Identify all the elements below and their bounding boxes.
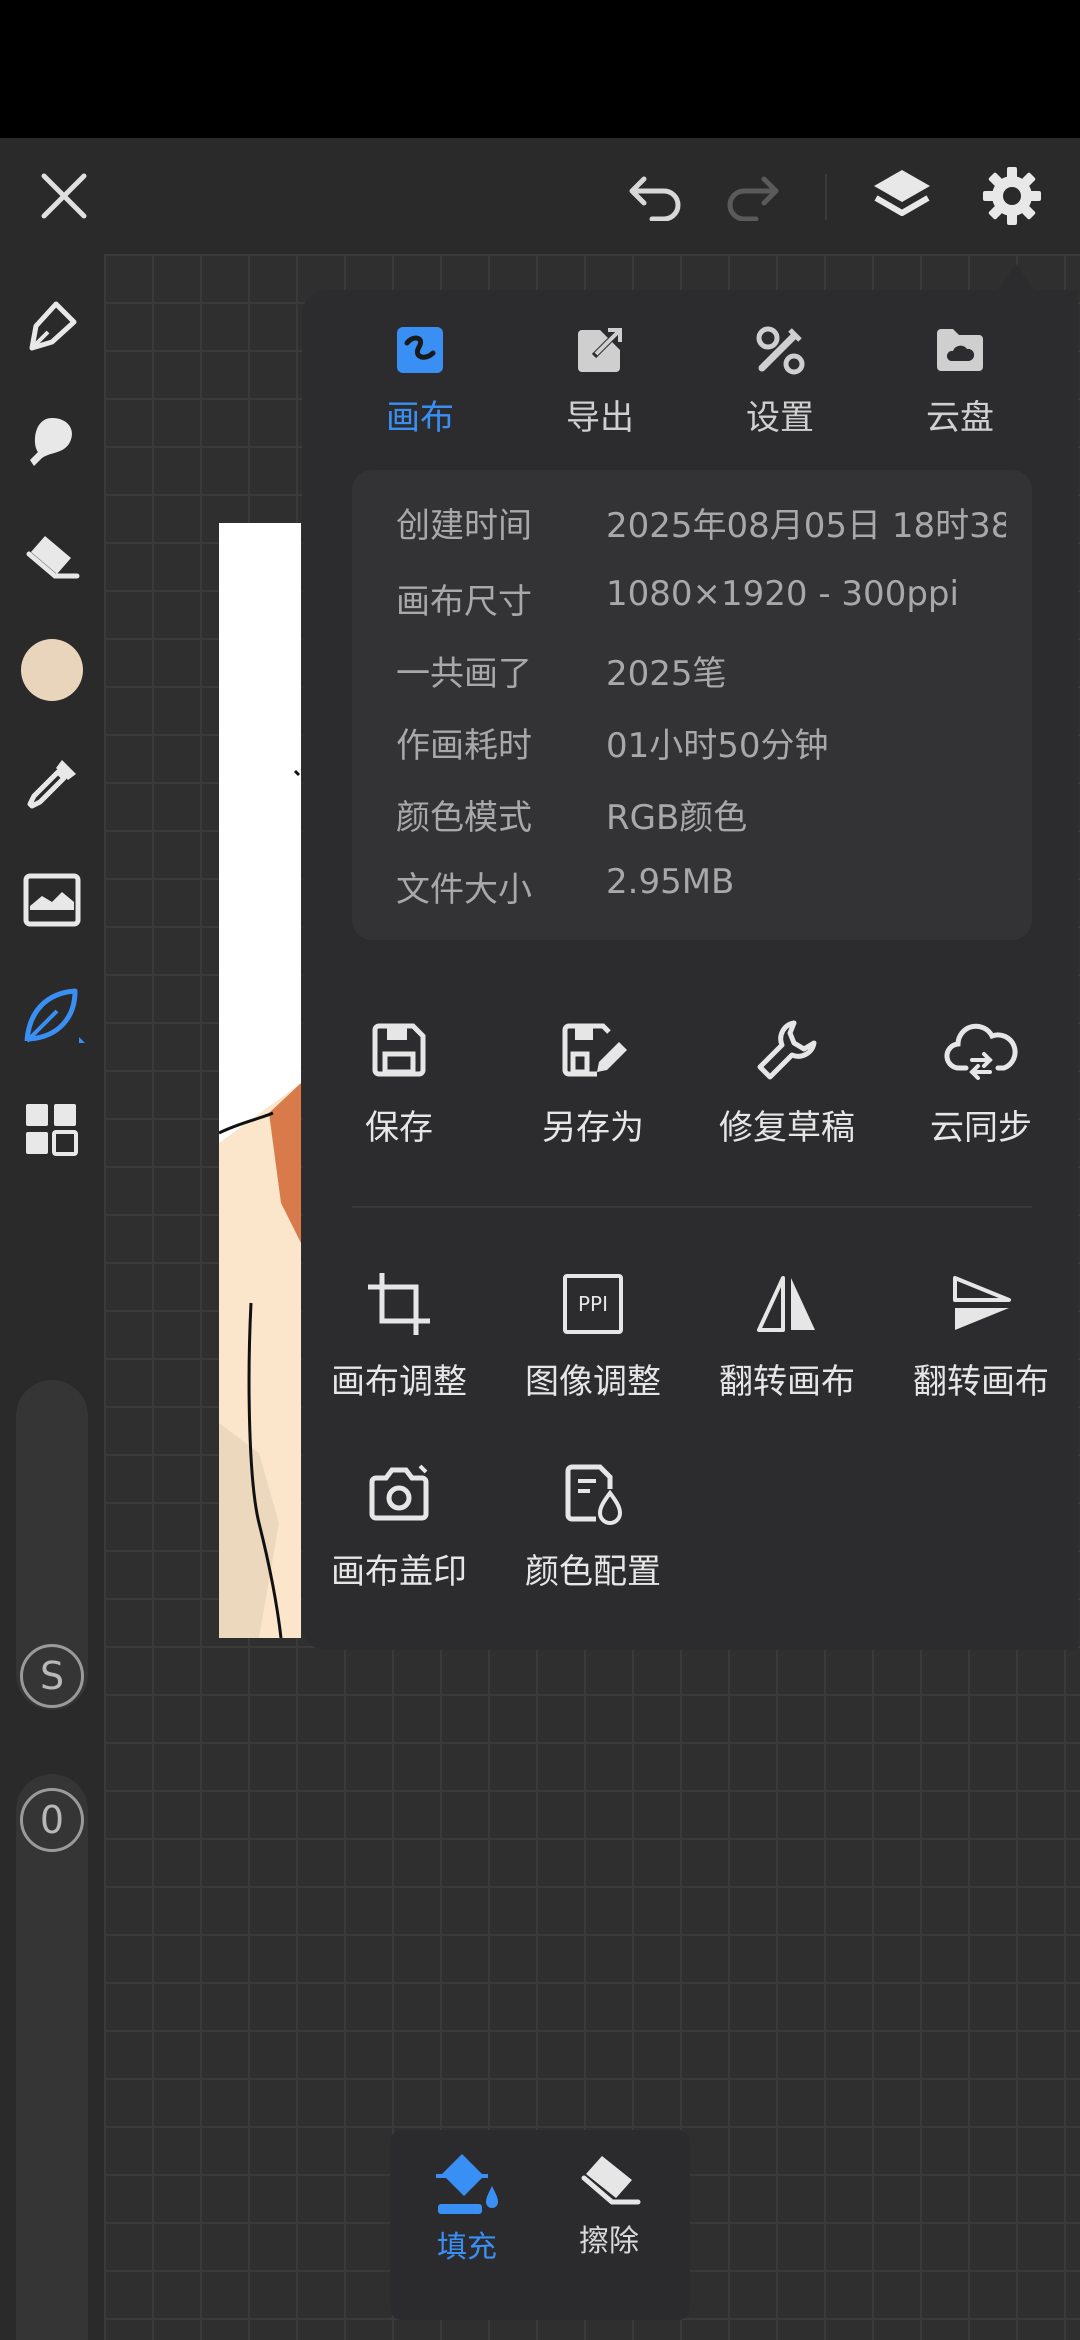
opacity-slider[interactable]	[16, 1774, 88, 2340]
ppi-badge: PPI	[563, 1274, 623, 1334]
section-divider	[352, 1206, 1032, 1208]
erase-button[interactable]: 擦除	[544, 2150, 674, 2300]
info-key: 一共画了	[396, 654, 532, 694]
canvas-info-card: 创建时间 2025年08月05日 18时38分 画布尺寸 1080×1920 -…	[352, 470, 1032, 940]
undo-icon[interactable]	[616, 156, 696, 236]
erase-label: 擦除	[579, 2224, 639, 2259]
info-value: 2025年08月05日 18时38分	[606, 506, 1006, 546]
wrench-icon	[747, 1010, 827, 1090]
layers-icon[interactable]	[862, 156, 942, 236]
color-swatch[interactable]	[12, 630, 92, 710]
brush-size-knob[interactable]: S	[20, 1644, 84, 1708]
info-key: 画布尺寸	[396, 582, 532, 622]
flip-horizontal-icon	[747, 1264, 827, 1344]
canvas-icon	[390, 320, 450, 380]
cloud-sync-icon	[941, 1010, 1021, 1090]
tab-export[interactable]: 导出	[510, 320, 690, 440]
info-row-created: 创建时间 2025年08月05日 18时38分	[396, 498, 1016, 558]
info-row-color-mode: 颜色模式 RGB颜色	[396, 790, 1016, 850]
info-key: 颜色模式	[396, 798, 532, 838]
tab-label: 画布	[386, 398, 454, 438]
info-key: 文件大小	[396, 870, 532, 910]
action-label: 翻转画布	[913, 1362, 1049, 1402]
info-row-time: 作画耗时 01小时50分钟	[396, 718, 1016, 778]
cloud-sync-button[interactable]: 云同步	[884, 1010, 1078, 1160]
smudge-tool-icon[interactable]	[12, 402, 92, 482]
info-value: 2.95MB	[606, 862, 735, 902]
tab-label: 设置	[746, 398, 814, 438]
info-row-size: 画布尺寸 1080×1920 - 300ppi	[396, 574, 1016, 634]
color-profile-icon	[553, 1454, 633, 1534]
action-label: 翻转画布	[719, 1362, 855, 1402]
cloud-folder-icon	[930, 320, 990, 380]
tab-label: 云盘	[926, 398, 994, 438]
info-row-file-size: 文件大小 2.95MB	[396, 862, 1016, 922]
info-key: 作画耗时	[396, 726, 532, 766]
toolbar-divider	[825, 174, 827, 220]
flip-canvas-horizontal-button[interactable]: 翻转画布	[690, 1264, 884, 1414]
image-adjust-icon[interactable]	[12, 860, 92, 940]
status-bar	[0, 0, 1080, 138]
grid-menu-icon[interactable]	[12, 1090, 92, 1170]
canvas-settings-panel: 画布 导出 设置 云盘 创建时间 2025年08月05日 18时38分 画布尺寸…	[302, 290, 1078, 1650]
canvas-stamp-button[interactable]: 画布盖印	[302, 1454, 496, 1604]
action-label: 保存	[365, 1108, 433, 1148]
action-label: 修复草稿	[719, 1108, 855, 1148]
info-key: 创建时间	[396, 506, 532, 546]
action-label: 另存为	[542, 1108, 644, 1148]
flip-canvas-vertical-button[interactable]: 翻转画布	[884, 1264, 1078, 1414]
info-value: 1080×1920 - 300ppi	[606, 574, 959, 614]
camera-icon	[359, 1454, 439, 1534]
artwork-canvas[interactable]	[219, 523, 301, 1638]
tab-label: 导出	[566, 398, 634, 438]
eyedropper-icon[interactable]	[12, 744, 92, 824]
tab-canvas[interactable]: 画布	[330, 320, 510, 440]
ppi-icon: PPI	[553, 1264, 633, 1344]
action-label: 画布调整	[331, 1362, 467, 1402]
action-label: 颜色配置	[525, 1552, 661, 1592]
pen-tool-icon[interactable]	[12, 286, 92, 366]
paint-bucket-icon	[436, 2154, 498, 2214]
action-label: 图像调整	[525, 1362, 661, 1402]
redo-icon[interactable]	[712, 156, 792, 236]
repair-draft-button[interactable]: 修复草稿	[690, 1010, 884, 1160]
info-value: RGB颜色	[606, 798, 748, 838]
fill-label: 填充	[437, 2230, 497, 2265]
fill-erase-bar: 填充 擦除	[390, 2130, 690, 2320]
panel-pointer	[998, 264, 1034, 290]
save-button[interactable]: 保存	[302, 1010, 496, 1160]
info-value: 01小时50分钟	[606, 726, 829, 766]
save-icon	[359, 1010, 439, 1090]
close-icon[interactable]	[24, 156, 104, 236]
left-toolbar: S 0	[0, 254, 104, 2340]
eraser-icon[interactable]	[12, 516, 92, 596]
flip-vertical-icon	[941, 1264, 1021, 1344]
info-value: 2025笔	[606, 654, 727, 694]
leaf-brush-icon[interactable]	[12, 976, 92, 1056]
export-icon	[570, 320, 630, 380]
action-label: 画布盖印	[331, 1552, 467, 1592]
gear-icon[interactable]	[972, 156, 1052, 236]
info-row-strokes: 一共画了 2025笔	[396, 646, 1016, 706]
eraser-icon	[581, 2156, 641, 2205]
tab-cloud-drive[interactable]: 云盘	[870, 320, 1050, 440]
tab-settings[interactable]: 设置	[690, 320, 870, 440]
canvas-adjust-button[interactable]: 画布调整	[302, 1264, 496, 1414]
action-label: 云同步	[930, 1108, 1032, 1148]
tools-icon	[750, 320, 810, 380]
save-as-icon	[553, 1010, 633, 1090]
top-toolbar	[0, 138, 1080, 254]
crop-icon	[359, 1264, 439, 1344]
opacity-knob[interactable]: 0	[20, 1788, 84, 1852]
image-adjust-button[interactable]: PPI 图像调整	[496, 1264, 690, 1414]
color-profile-button[interactable]: 颜色配置	[496, 1454, 690, 1604]
fill-button[interactable]: 填充	[402, 2150, 532, 2300]
save-as-button[interactable]: 另存为	[496, 1010, 690, 1160]
